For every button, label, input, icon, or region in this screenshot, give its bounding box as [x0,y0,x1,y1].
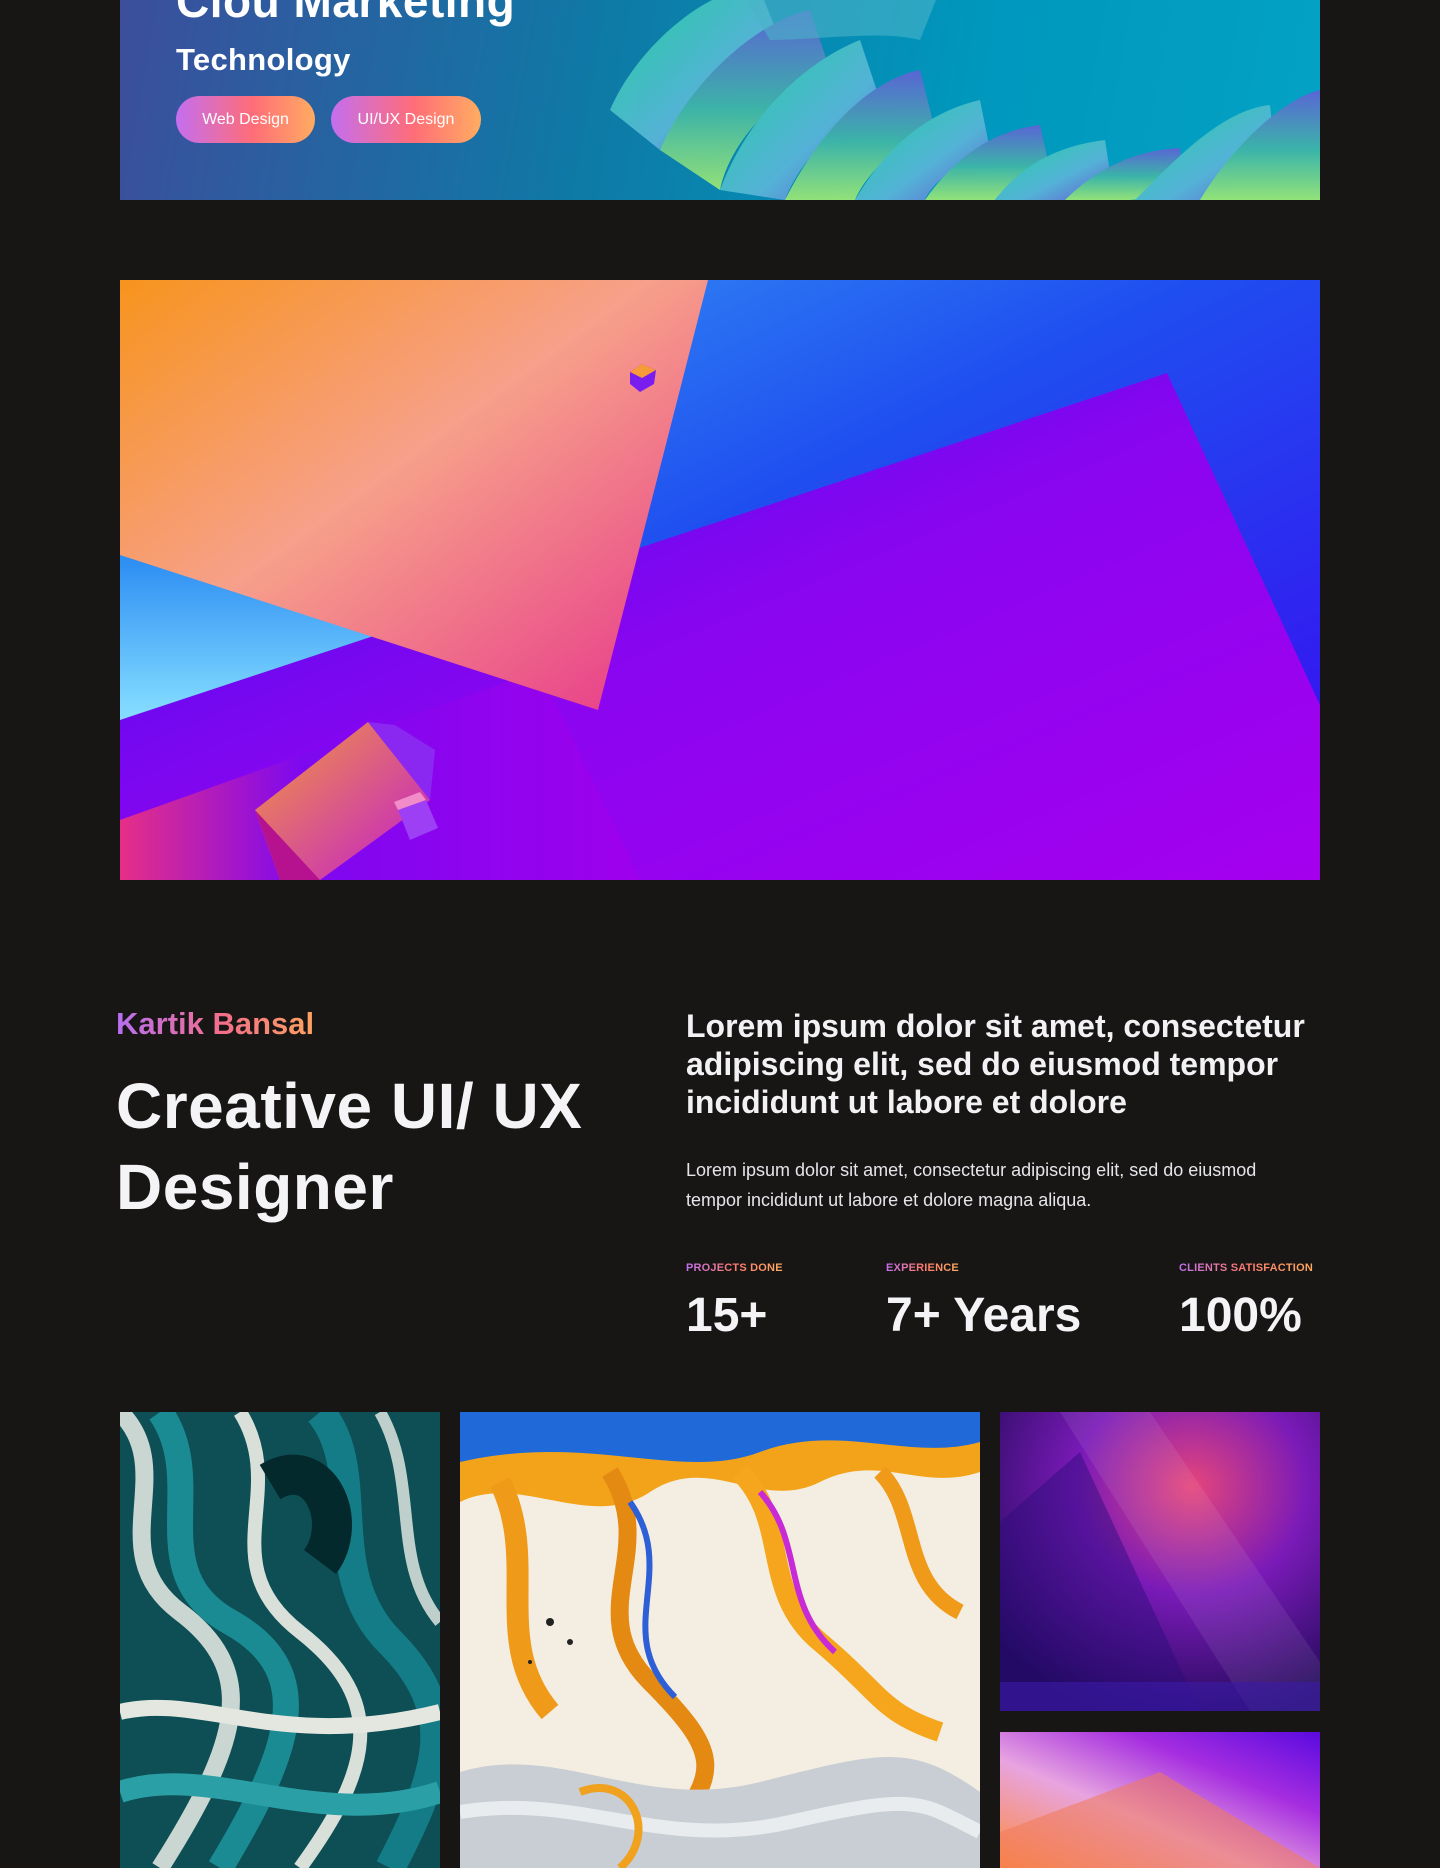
purple-glow-artwork [1000,1412,1320,1711]
stat-satisfaction-value: 100% [1179,1289,1302,1342]
stat-satisfaction-label: CLIENTS SATISFACTION [1179,1262,1313,1274]
stat-projects-label: PROJECTS DONE [686,1262,783,1274]
fluid-swirl-artwork [460,1412,980,1868]
gallery-image-purple-glow[interactable] [1000,1412,1320,1711]
stat-experience-value: 7+ Years [886,1289,1082,1342]
hero-title: Clou Marketing [176,0,516,27]
designer-name: Kartik Bansal [116,1006,315,1041]
intro-body-text: Lorem ipsum dolor sit amet, consectetur … [686,1160,1257,1210]
stat-experience-label: EXPERIENCE [886,1262,959,1274]
abstract-3d-banner[interactable] [120,280,1320,880]
abstract-shapes-artwork [120,280,1320,880]
gallery-image-fluid-swirl[interactable] [460,1412,980,1868]
gallery-image-pink-gradient[interactable] [1000,1732,1320,1868]
pink-gradient-artwork [1000,1732,1320,1868]
designer-role-heading: Creative UI/ UX Designer [116,1070,583,1223]
stat-projects-value: 15+ [686,1289,768,1342]
tag-web-design[interactable]: Web Design [176,96,315,143]
intro-lead-text: Lorem ipsum dolor sit amet, consectetur … [686,1008,1305,1120]
project-hero-banner[interactable]: Clou Marketing Technology Web Design UI/… [120,0,1320,200]
teal-marble-artwork [120,1412,440,1868]
hero-subtitle: Technology [176,42,351,77]
tag-ui-ux-design[interactable]: UI/UX Design [331,96,481,143]
gallery-image-teal-marble[interactable] [120,1412,440,1868]
